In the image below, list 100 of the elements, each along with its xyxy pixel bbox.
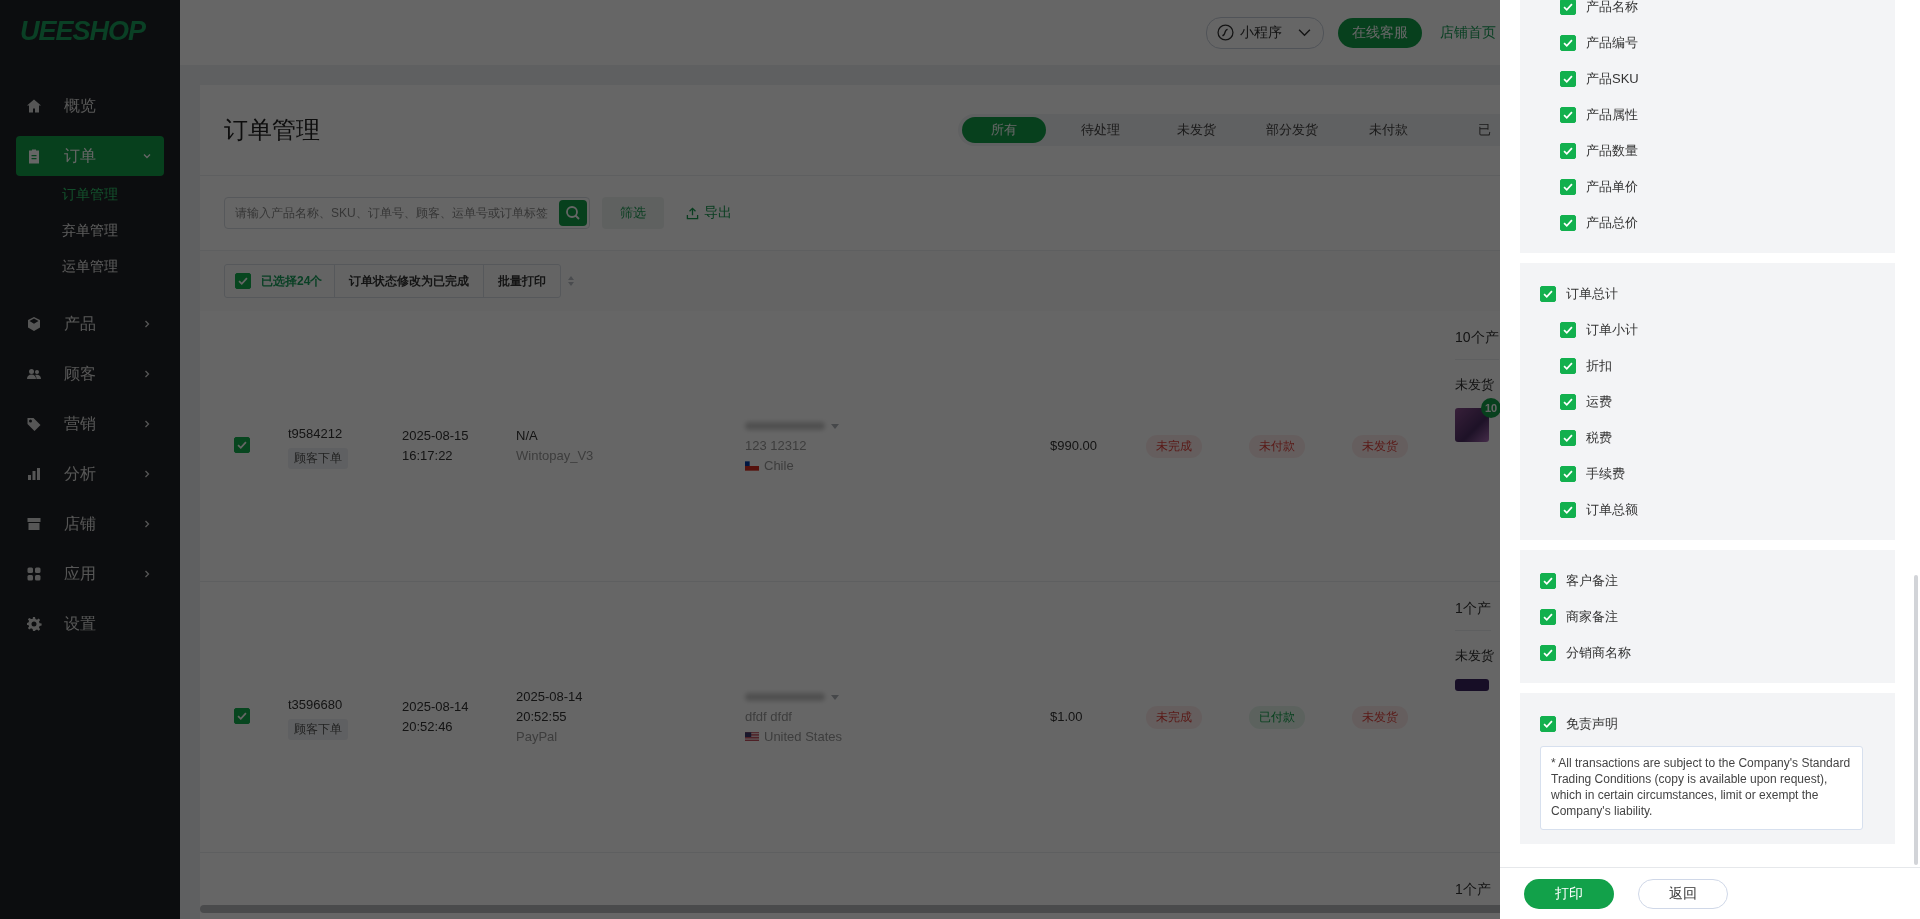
option-label[interactable]: 运费: [1586, 393, 1612, 411]
bulk-action-button[interactable]: 订单状态修改为已完成: [335, 265, 485, 297]
tab[interactable]: 所有: [962, 117, 1046, 143]
product-count[interactable]: 1个产: [1455, 600, 1491, 631]
option-label[interactable]: 订单总计: [1566, 285, 1618, 303]
order-amount: $1.00: [1050, 708, 1084, 726]
sidebar-subitem[interactable]: 弃单管理: [16, 212, 164, 248]
checkbox[interactable]: [1560, 394, 1576, 410]
option-label[interactable]: 折扣: [1586, 357, 1612, 375]
sidebar-item[interactable]: 订单: [16, 136, 164, 176]
source-tag: 顾客下单: [288, 718, 348, 740]
checkbox[interactable]: [1560, 358, 1576, 374]
option-label[interactable]: 税费: [1586, 429, 1612, 447]
checkbox[interactable]: [1560, 215, 1576, 231]
product-count[interactable]: 10个产: [1455, 329, 1499, 360]
sidebar-item-label: 顾客: [64, 363, 97, 384]
fulfillment-status: 未发货: [1455, 376, 1494, 394]
checkbox[interactable]: [1540, 716, 1556, 732]
payment-time: N/A: [516, 427, 539, 445]
bar-chart-icon: [26, 466, 42, 482]
quantity-badge: 10: [1481, 398, 1501, 418]
checkbox[interactable]: [1560, 143, 1576, 159]
sidebar-item[interactable]: 产品: [16, 304, 164, 344]
tab[interactable]: 待处理: [1058, 117, 1142, 143]
sidebar-item[interactable]: 概览: [16, 86, 164, 126]
checkbox[interactable]: [1560, 35, 1576, 51]
sidebar-item[interactable]: 店铺: [16, 504, 164, 544]
checkbox[interactable]: [1540, 645, 1556, 661]
option-label[interactable]: 产品属性: [1586, 106, 1638, 124]
status-tag: 未付款: [1249, 434, 1305, 458]
option-label[interactable]: 产品总价: [1586, 214, 1638, 232]
option-label[interactable]: 产品数量: [1586, 142, 1638, 160]
checkbox[interactable]: [234, 708, 250, 724]
search-button[interactable]: [559, 200, 587, 226]
sidebar-item-label: 应用: [64, 563, 97, 584]
upload-icon: [686, 206, 699, 220]
order-time: 16:17:22: [402, 447, 454, 465]
status-tag: 未完成: [1146, 434, 1202, 458]
sidebar-item[interactable]: 顾客: [16, 354, 164, 394]
settings-icon: [26, 616, 42, 632]
tab[interactable]: 部分发货: [1250, 117, 1334, 143]
order-number[interactable]: t9584212: [288, 423, 402, 444]
option-label[interactable]: 产品名称: [1586, 0, 1638, 16]
checkbox[interactable]: [234, 437, 250, 453]
checkbox[interactable]: [1540, 573, 1556, 589]
checkbox[interactable]: [1560, 179, 1576, 195]
checkbox[interactable]: [1560, 430, 1576, 446]
option-label[interactable]: 商家备注: [1566, 608, 1618, 626]
caret-icon[interactable]: [831, 694, 839, 700]
order-number[interactable]: t3596680: [288, 694, 402, 715]
vertical-scrollbar[interactable]: [1914, 575, 1918, 865]
checkbox[interactable]: [1540, 609, 1556, 625]
print-button[interactable]: 打印: [1524, 878, 1614, 909]
status-tag: 未发货: [1352, 434, 1408, 458]
checkbox[interactable]: [1540, 286, 1556, 302]
flag-icon: [745, 732, 759, 742]
option-label[interactable]: 免责声明: [1566, 715, 1618, 733]
option-label[interactable]: 产品编号: [1586, 34, 1638, 52]
checkbox[interactable]: [235, 273, 251, 289]
caret-icon[interactable]: [831, 423, 839, 429]
storefront-icon: [26, 516, 42, 532]
sort-icon[interactable]: [567, 275, 576, 287]
option-label[interactable]: 产品SKU: [1586, 70, 1639, 88]
option-label[interactable]: 手续费: [1586, 465, 1625, 483]
filter-button[interactable]: 筛选: [602, 197, 664, 229]
flag-icon: [745, 461, 759, 471]
home-icon: [26, 98, 42, 114]
sidebar-item-label: 订单: [64, 145, 97, 166]
clipboard-icon: [26, 148, 42, 164]
support-button[interactable]: 在线客服: [1338, 17, 1422, 48]
option-label[interactable]: 客户备注: [1566, 572, 1618, 590]
back-button[interactable]: 返回: [1638, 878, 1728, 909]
sidebar-item[interactable]: 设置: [16, 604, 164, 644]
disclaimer-textarea[interactable]: * All transactions are subject to the Company's Standard Trading Conditions (copy is available upon request), which in certain circumstances, limit or exempt the Company's liability.: [1540, 746, 1863, 830]
option-label[interactable]: 订单总额: [1586, 501, 1638, 519]
sidebar-item-label: 营销: [64, 413, 97, 434]
sidebar-item-label: 店铺: [64, 513, 97, 534]
option-label[interactable]: 产品单价: [1586, 178, 1638, 196]
checkbox[interactable]: [1560, 107, 1576, 123]
checkbox[interactable]: [1560, 0, 1576, 15]
caret-icon: [1298, 28, 1311, 37]
mini-program-dropdown[interactable]: 小程序: [1206, 16, 1324, 49]
checkbox[interactable]: [1560, 466, 1576, 482]
grid-icon: [26, 566, 42, 582]
fulfillment-status: 未发货: [1455, 647, 1494, 665]
sidebar-subitem[interactable]: 运单管理: [16, 248, 164, 284]
tab[interactable]: 未发货: [1154, 117, 1238, 143]
export-button[interactable]: 导出: [680, 203, 738, 223]
checkbox[interactable]: [1560, 322, 1576, 338]
sidebar-item[interactable]: 分析: [16, 454, 164, 494]
sidebar-item[interactable]: 营销: [16, 404, 164, 444]
bulk-action-button[interactable]: 批量打印: [484, 265, 561, 297]
sidebar-item[interactable]: 应用: [16, 554, 164, 594]
tab[interactable]: 未付款: [1346, 117, 1430, 143]
checkbox[interactable]: [1560, 502, 1576, 518]
option-label[interactable]: 订单小计: [1586, 321, 1638, 339]
option-label[interactable]: 分销商名称: [1566, 644, 1631, 662]
payment-time: 20:52:55: [516, 708, 568, 726]
store-link[interactable]: 店铺首页: [1440, 23, 1496, 42]
checkbox[interactable]: [1560, 71, 1576, 87]
